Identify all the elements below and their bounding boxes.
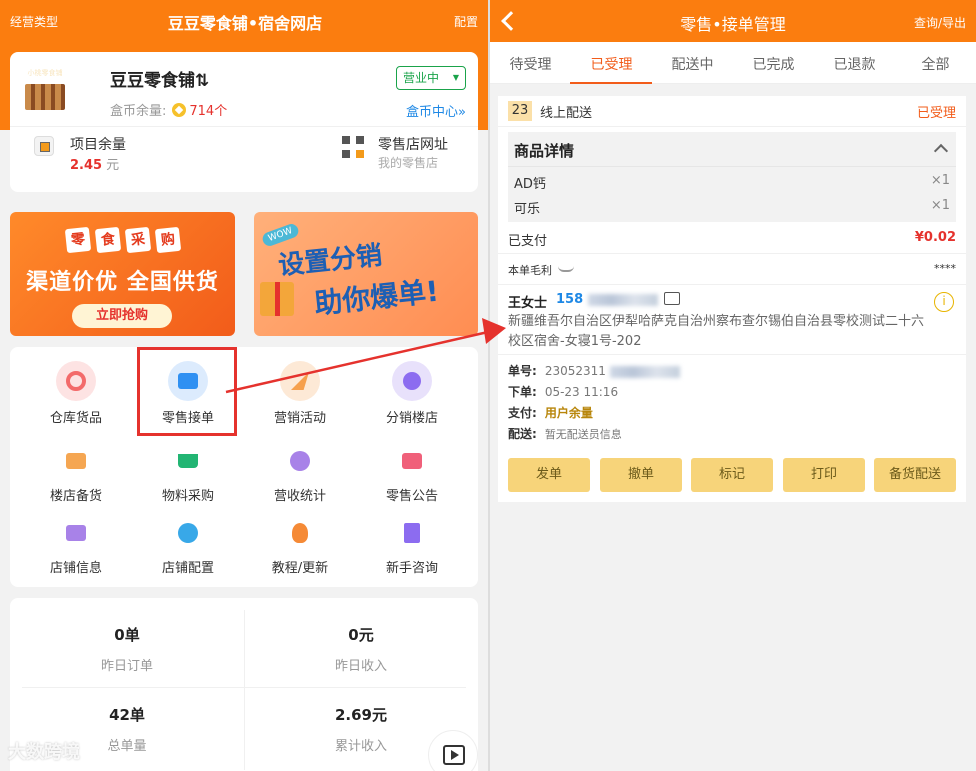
menu-item-shop-config[interactable]: 店铺配置 bbox=[132, 515, 244, 576]
banner-line2: 助你爆单! bbox=[312, 274, 441, 321]
margin-label: 本单毛利 bbox=[508, 262, 574, 278]
left-panel: 经营类型 豆豆零食铺•宿舍网店 配置 小桃零食铺 豆豆零食铺⇅ 营业中 ▼ 盒币余… bbox=[0, 0, 490, 771]
tab-refunded[interactable]: 已退款 bbox=[814, 54, 895, 74]
cancel-order-button[interactable]: 撤单 bbox=[600, 458, 682, 492]
courier-row: 配送: 暂无配送员信息 bbox=[508, 427, 622, 441]
mark-button[interactable]: 标记 bbox=[691, 458, 773, 492]
banner-tags: 零食采购 bbox=[64, 226, 186, 254]
eye-closed-icon[interactable] bbox=[558, 266, 574, 272]
distribution-banner[interactable]: WOW 设置分销 助你爆单! bbox=[254, 212, 478, 336]
menu-item-distribution[interactable]: 分销楼店 bbox=[356, 361, 468, 426]
menu-item-marketing[interactable]: 营销活动 bbox=[244, 361, 356, 426]
menu-item-shop-info[interactable]: 店铺信息 bbox=[20, 515, 132, 576]
left-topbar: 经营类型 豆豆零食铺•宿舍网店 配置 bbox=[0, 0, 490, 42]
order-card: 23 线上配送 已受理 商品详情 AD钙 ×1 可乐 ×1 已支付 ¥0.02 本单… bbox=[498, 96, 966, 502]
settings-icon bbox=[170, 515, 206, 551]
menu-item-revenue[interactable]: 营收统计 bbox=[244, 443, 356, 504]
page-title: 零售•接单管理 bbox=[680, 15, 786, 34]
watermark: 大数跨境 bbox=[8, 742, 80, 763]
stat-yesterday-income[interactable]: 0元 昨日收入 bbox=[244, 624, 478, 674]
lightbulb-icon bbox=[282, 515, 318, 551]
qr-code-icon bbox=[342, 136, 364, 158]
delivery-type: 线上配送 bbox=[540, 106, 593, 121]
store-url-title[interactable]: 零售店网址 bbox=[378, 134, 448, 154]
coin-center-link[interactable]: 盒币中心» bbox=[406, 101, 466, 120]
tab-pending[interactable]: 待受理 bbox=[490, 54, 571, 74]
shop-card: 小桃零食铺 豆豆零食铺⇅ 营业中 ▼ 盒币余量: 714个 盒币中心» 项目余量 2… bbox=[10, 52, 478, 192]
banner-line1: 设置分销 bbox=[276, 240, 384, 282]
shop-logo: 小桃零食铺 bbox=[20, 66, 70, 116]
dropdown-triangle-icon: ▼ bbox=[452, 73, 459, 82]
coin-icon bbox=[172, 103, 187, 117]
menu-item-warehouse[interactable]: 仓库货品 bbox=[20, 361, 132, 426]
wallet-icon bbox=[34, 136, 54, 156]
stats-card: 0单 昨日订单 0元 昨日收入 42单 总单量 2.69元 累计收入 bbox=[10, 598, 478, 771]
shop-name-switch[interactable]: 豆豆零食铺⇅ bbox=[110, 66, 209, 91]
shop-title: 豆豆零食铺•宿舍网店 bbox=[167, 14, 323, 33]
store-url-sub: 我的零售店 bbox=[378, 156, 439, 170]
stat-yesterday-orders[interactable]: 0单 昨日订单 bbox=[10, 624, 244, 674]
order-time-row: 下单: 05-23 11:16 bbox=[508, 385, 619, 399]
help-book-icon bbox=[394, 515, 430, 551]
active-tab-indicator bbox=[570, 82, 652, 84]
balance-title[interactable]: 项目余量 bbox=[70, 134, 126, 154]
function-menu: 仓库货品 零售接单 营销活动 分销楼店 楼店备货 物料采购 营收统计 零售公告 … bbox=[10, 347, 478, 587]
menu-item-help[interactable]: 新手咨询 bbox=[356, 515, 468, 576]
tab-accepted[interactable]: 已受理 bbox=[571, 54, 652, 74]
gift-icon bbox=[260, 282, 294, 316]
balance-value: 2.45 元 bbox=[70, 158, 120, 173]
paid-label: 已支付 bbox=[508, 234, 548, 249]
menu-item-material[interactable]: 物料采购 bbox=[132, 443, 244, 504]
message-icon[interactable] bbox=[664, 292, 680, 305]
customer-name: 王女士 bbox=[508, 296, 548, 311]
order-status: 已受理 bbox=[916, 106, 956, 121]
chevron-up-icon[interactable] bbox=[933, 143, 949, 159]
order-tabs: 待受理 已受理 配送中 已完成 已退款 全部 bbox=[490, 42, 976, 84]
order-number-badge: 23 bbox=[508, 101, 532, 121]
basket-icon bbox=[170, 443, 206, 479]
banner-headline: 渠道价优 全国供货 bbox=[26, 270, 219, 295]
goods-row: AD钙 ×1 bbox=[514, 173, 950, 192]
buy-now-button[interactable]: 立即抢购 bbox=[72, 304, 172, 328]
customer-phone[interactable]: 158 bbox=[556, 292, 658, 307]
goods-detail-title: 商品详情 bbox=[514, 142, 575, 160]
tab-completed[interactable]: 已完成 bbox=[733, 54, 814, 74]
highlight-box bbox=[137, 347, 237, 436]
prepare-delivery-button[interactable]: 备货配送 bbox=[874, 458, 956, 492]
dispatch-button[interactable]: 发单 bbox=[508, 458, 590, 492]
paid-amount: ¥0.02 bbox=[914, 230, 956, 245]
distribution-icon bbox=[392, 361, 432, 401]
menu-item-stock[interactable]: 楼店备货 bbox=[20, 443, 132, 504]
order-id-row: 单号: 23052311 bbox=[508, 362, 680, 379]
print-button[interactable]: 打印 bbox=[783, 458, 865, 492]
goods-detail-panel: 商品详情 AD钙 ×1 可乐 ×1 bbox=[508, 132, 956, 222]
notice-icon bbox=[394, 443, 430, 479]
menu-item-notice[interactable]: 零售公告 bbox=[356, 443, 468, 504]
goods-row: 可乐 ×1 bbox=[514, 198, 950, 217]
divider bbox=[10, 126, 478, 127]
purchase-banner[interactable]: 零食采购 渠道价优 全国供货 立即抢购 bbox=[10, 212, 235, 336]
chart-icon bbox=[282, 443, 318, 479]
tab-delivering[interactable]: 配送中 bbox=[652, 54, 733, 74]
margin-value: **** bbox=[934, 262, 956, 275]
right-panel: 零售•接单管理 查询/导出 待受理 已受理 配送中 已完成 已退款 全部 23 … bbox=[490, 0, 976, 771]
payment-row: 支付: 用户余量 bbox=[508, 406, 593, 420]
shop-info-icon bbox=[58, 515, 94, 551]
delivery-address: 新疆维吾尔自治区伊犁哈萨克自治州察布查尔锡伯自治县零校测试二十六校区宿舍-女寝1… bbox=[508, 314, 925, 349]
right-topbar: 零售•接单管理 查询/导出 bbox=[490, 0, 976, 42]
stock-box-icon bbox=[58, 443, 94, 479]
query-export-link[interactable]: 查询/导出 bbox=[914, 14, 966, 31]
lollipop-icon bbox=[56, 361, 96, 401]
config-link[interactable]: 配置 bbox=[454, 13, 478, 30]
tab-all[interactable]: 全部 bbox=[895, 54, 976, 74]
info-icon[interactable]: i bbox=[934, 292, 954, 312]
marketing-icon bbox=[280, 361, 320, 401]
coin-balance: 盒币余量: 714个 bbox=[110, 103, 228, 119]
menu-item-tutorial[interactable]: 教程/更新 bbox=[244, 515, 356, 576]
play-icon bbox=[443, 745, 465, 765]
business-status-dropdown[interactable]: 营业中 ▼ bbox=[396, 66, 466, 90]
